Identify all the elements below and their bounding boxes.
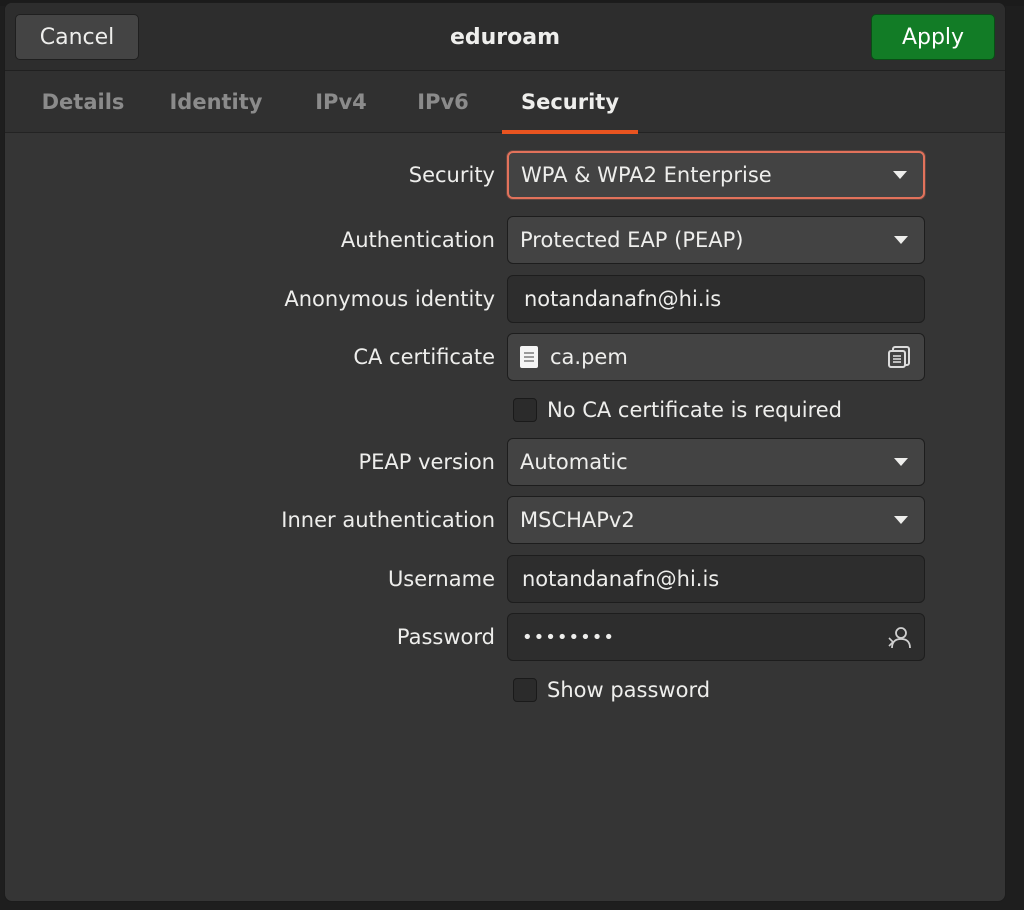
inner-authentication-value: MSCHAPv2 bbox=[520, 508, 635, 532]
apply-button[interactable]: Apply bbox=[871, 14, 995, 60]
tab-ipv4[interactable]: IPv4 bbox=[297, 71, 385, 133]
authentication-combo[interactable]: Protected EAP (PEAP) bbox=[507, 216, 925, 264]
user-password-icon[interactable] bbox=[886, 624, 914, 650]
ca-certificate-label: CA certificate bbox=[353, 345, 495, 369]
password-label: Password bbox=[396, 625, 495, 649]
file-browse-icon[interactable] bbox=[886, 344, 914, 370]
no-ca-required-label: No CA certificate is required bbox=[547, 398, 843, 422]
ca-certificate-value: ca.pem bbox=[550, 345, 628, 369]
peap-version-label: PEAP version bbox=[358, 450, 495, 474]
password-value: •••••••• bbox=[522, 626, 615, 648]
peap-version-combo[interactable]: Automatic bbox=[507, 438, 925, 486]
security-value: WPA & WPA2 Enterprise bbox=[521, 163, 772, 187]
authentication-value: Protected EAP (PEAP) bbox=[520, 228, 744, 252]
tab-security[interactable]: Security bbox=[502, 71, 638, 134]
cancel-button[interactable]: Cancel bbox=[15, 14, 139, 60]
anonymous-identity-input[interactable]: notandanafn@hi.is bbox=[507, 275, 925, 323]
chevron-down-icon bbox=[893, 171, 907, 179]
network-settings-dialog: Cancel eduroam Apply Details Identity IP… bbox=[4, 2, 1006, 902]
anonymous-identity-value: notandanafn@hi.is bbox=[524, 287, 722, 311]
no-ca-required-row[interactable]: No CA certificate is required bbox=[513, 395, 842, 425]
authentication-label: Authentication bbox=[340, 228, 495, 252]
ca-certificate-chooser[interactable]: ca.pem bbox=[507, 333, 925, 381]
no-ca-required-checkbox[interactable] bbox=[513, 398, 537, 422]
show-password-checkbox[interactable] bbox=[513, 678, 537, 702]
chevron-down-icon bbox=[894, 236, 908, 244]
password-input[interactable]: •••••••• bbox=[507, 613, 925, 661]
tab-identity[interactable]: Identity bbox=[155, 71, 277, 133]
peap-version-value: Automatic bbox=[520, 450, 628, 474]
tab-details[interactable]: Details bbox=[19, 71, 147, 133]
dialog-title: eduroam bbox=[449, 24, 561, 50]
security-label: Security bbox=[408, 163, 495, 187]
username-label: Username bbox=[387, 567, 495, 591]
show-password-row[interactable]: Show password bbox=[513, 675, 710, 705]
show-password-label: Show password bbox=[547, 678, 711, 702]
username-input[interactable]: notandanafn@hi.is bbox=[507, 555, 925, 603]
inner-authentication-label: Inner authentication bbox=[281, 508, 495, 532]
anonymous-identity-label: Anonymous identity bbox=[284, 287, 495, 311]
tab-bar: Details Identity IPv4 IPv6 Security bbox=[5, 71, 1005, 134]
chevron-down-icon bbox=[894, 458, 908, 466]
inner-authentication-combo[interactable]: MSCHAPv2 bbox=[507, 496, 925, 544]
header-bar: Cancel eduroam Apply bbox=[5, 3, 1005, 71]
document-icon bbox=[520, 346, 538, 368]
username-value: notandanafn@hi.is bbox=[522, 567, 720, 591]
tab-ipv6[interactable]: IPv6 bbox=[399, 71, 487, 133]
security-combo[interactable]: WPA & WPA2 Enterprise bbox=[507, 151, 925, 199]
chevron-down-icon bbox=[894, 516, 908, 524]
